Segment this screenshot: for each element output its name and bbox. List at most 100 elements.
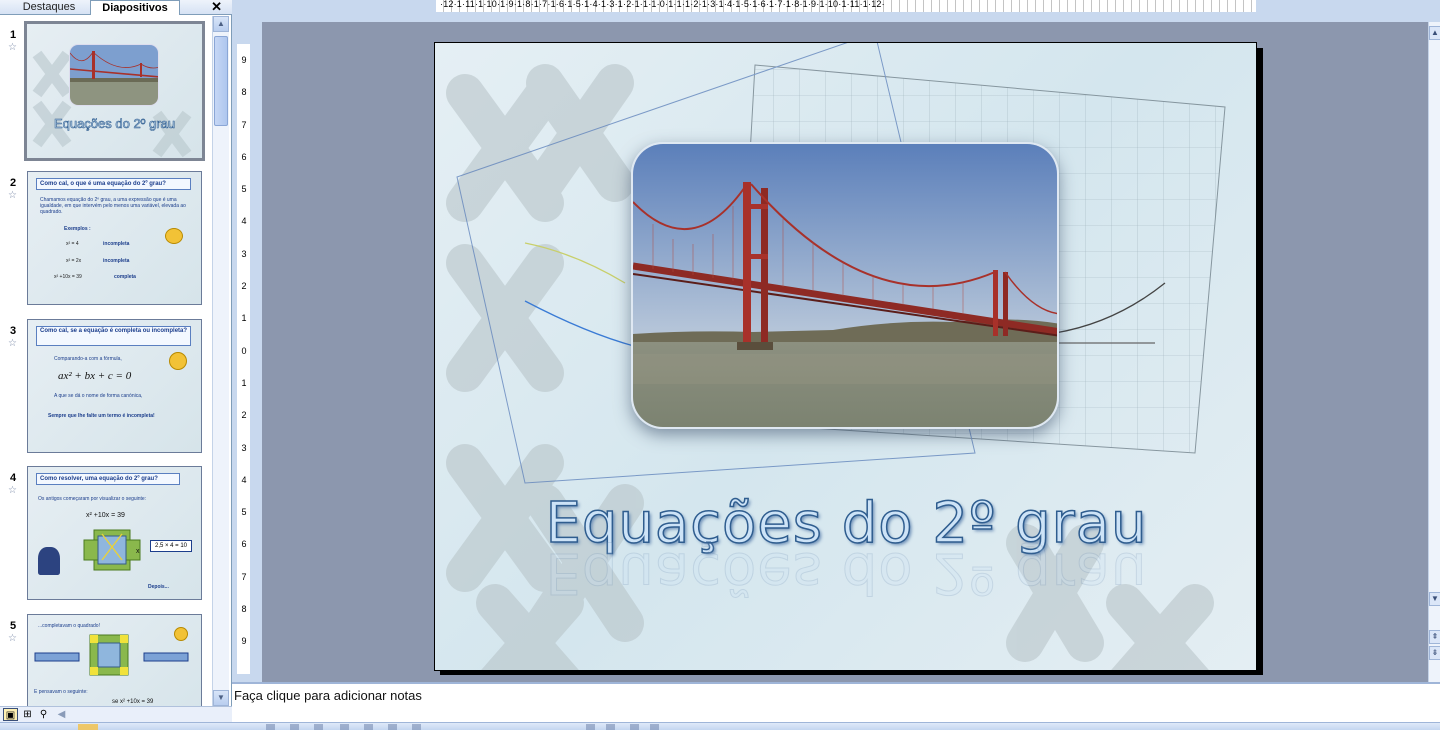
- ruler-labels: 9 8 7 6 5 4 3 2 1 0 1 2 3 4 5 6 7 8 9: [239, 44, 249, 658]
- examples-label: Exemplos :: [64, 226, 91, 232]
- ruler-label: 9: [241, 55, 247, 65]
- example-result: incompleta: [103, 241, 130, 247]
- ruler-label: 4: [241, 474, 247, 485]
- tab-slides[interactable]: Diapositivos: [90, 0, 180, 15]
- example-result: completa: [114, 274, 136, 280]
- thumbnail-heading: Como cal, o que é uma equação do 2º grau…: [36, 178, 191, 190]
- scroll-down-icon[interactable]: ▼: [213, 690, 229, 706]
- toolbar-icon[interactable]: [340, 724, 349, 730]
- ruler-label: 8: [241, 604, 247, 615]
- ruler-label: 4: [241, 216, 247, 227]
- ruler-label: 1: [241, 313, 247, 324]
- slide-sorter-view-icon[interactable]: ⊞: [20, 708, 35, 721]
- thumbnail-text: Sempre que lhe falte um termo é incomple…: [48, 413, 155, 419]
- ruler-labels: ·12·1·11·1·10·1·9·1·8·1·7·1·6·1·5·1·4·1·…: [440, 0, 885, 9]
- completing-square-diagram: [34, 634, 189, 676]
- smiley-icon: [165, 228, 183, 244]
- slide-number: 1: [10, 29, 17, 41]
- slide-show-view-icon[interactable]: ⚲: [36, 708, 51, 721]
- thumbnail-scrollbar[interactable]: ▲ ▼: [212, 16, 229, 706]
- smiley-icon: [174, 627, 188, 641]
- slide-number: 3: [10, 325, 17, 337]
- toolbar-icon[interactable]: [606, 724, 615, 730]
- ruler-label: 6: [241, 539, 247, 550]
- normal-view-icon[interactable]: ▣: [3, 708, 18, 721]
- ruler-label: 2: [241, 281, 247, 292]
- slide-thumbnail-1[interactable]: Equações do 2º grau: [24, 21, 205, 161]
- draw-menu-button[interactable]: [78, 724, 98, 730]
- toolbar-icon[interactable]: [266, 724, 275, 730]
- ruler-label: 9: [241, 636, 247, 647]
- thumbnail-body: Chamamos equação do 2º grau, a uma expre…: [40, 197, 186, 215]
- scroll-down-icon[interactable]: ▼: [1429, 592, 1440, 606]
- animation-star-icon: ☆: [8, 338, 17, 349]
- slide-number: 5: [10, 620, 17, 632]
- smiley-icon: [169, 352, 187, 370]
- close-icon[interactable]: ✕: [211, 0, 222, 13]
- toolbar-icon[interactable]: [290, 724, 299, 730]
- toolbar-icon[interactable]: [630, 724, 639, 730]
- ruler-label: 3: [241, 248, 247, 259]
- example-expr: x² = 4: [66, 241, 79, 247]
- thumbnail-eq: x² +10x = 39: [86, 512, 125, 519]
- scroll-thumb[interactable]: [214, 36, 228, 126]
- thumbnail-text: A que se dá o nome de forma canónica,: [54, 393, 143, 399]
- ruler-label: 3: [241, 442, 247, 453]
- scroll-left-icon[interactable]: ◀: [54, 708, 69, 721]
- animation-star-icon: ☆: [8, 42, 17, 53]
- vertical-ruler: 9 8 7 6 5 4 3 2 1 0 1 2 3 4 5 6 7 8 9: [237, 44, 250, 674]
- ruler-label: 5: [241, 184, 247, 195]
- slide-thumbnail-5[interactable]: ...completavam o quadrado! E pensavam o …: [27, 614, 202, 706]
- view-buttons-bar: ▣ ⊞ ⚲ ◀: [0, 706, 232, 722]
- slide-scrollbar[interactable]: ▲ ▼ ⇞ ⇟: [1428, 22, 1440, 682]
- thumbnail-eq: se x² +10x = 39: [112, 699, 154, 705]
- toolbar-icon[interactable]: [314, 724, 323, 730]
- ruler-label: 1: [241, 377, 247, 388]
- slide-title-reflection: Equações do 2º grau: [545, 540, 1148, 606]
- slide-thumbnail-4[interactable]: Como resolver, uma equação do 2º grau? O…: [27, 466, 202, 600]
- notes-pane[interactable]: Faça clique para adicionar notas: [232, 682, 1440, 722]
- thumbnail-photo: [69, 44, 159, 106]
- slide-number: 2: [10, 177, 17, 189]
- panel-tab-strip: Destaques Diapositivos ✕: [0, 0, 232, 15]
- wizard-icon: [38, 547, 60, 575]
- slides-panel: Destaques Diapositivos ✕ 1 ☆ Equações do…: [0, 0, 232, 706]
- thumbnail-heading: Como resolver, uma equação do 2º grau?: [36, 473, 180, 485]
- thumbnail-text: Os antigos começaram por visualizar o se…: [38, 496, 147, 502]
- toolbar-icon[interactable]: [650, 724, 659, 730]
- notes-placeholder[interactable]: Faça clique para adicionar notas: [234, 688, 422, 703]
- tab-outline[interactable]: Destaques: [10, 0, 88, 15]
- toolbar-icon[interactable]: [586, 724, 595, 730]
- horizontal-ruler: ·12·1·11·1·10·1·9·1·8·1·7·1·6·1·5·1·4·1·…: [436, 0, 1256, 12]
- ruler-label: 7: [241, 119, 247, 130]
- bridge-illustration: [633, 144, 1057, 427]
- toolbar-icon[interactable]: [388, 724, 397, 730]
- slide-thumbnail-list: 1 ☆ Equações do 2º grau 2 ☆ Como cal, o …: [0, 16, 212, 706]
- slide-number: 4: [10, 472, 17, 484]
- example-expr: x² +10x = 39: [54, 274, 82, 280]
- scroll-up-icon[interactable]: ▲: [213, 16, 229, 32]
- ruler-label: 0: [241, 345, 247, 356]
- next-slide-icon[interactable]: ⇟: [1429, 646, 1440, 660]
- ruler-label: 2: [241, 410, 247, 421]
- scroll-up-icon[interactable]: ▲: [1429, 26, 1440, 40]
- ruler-label: 6: [241, 151, 247, 162]
- thumbnail-formula: ax² + bx + c = 0: [58, 370, 132, 382]
- ruler-label: 5: [241, 507, 247, 518]
- toolbar-icon[interactable]: [364, 724, 373, 730]
- previous-slide-icon[interactable]: ⇞: [1429, 630, 1440, 644]
- thumbnail-heading: Como cal, se a equação é completa ou inc…: [36, 326, 191, 346]
- slide-thumbnail-3[interactable]: Como cal, se a equação é completa ou inc…: [27, 319, 202, 453]
- bridge-photo[interactable]: [631, 142, 1059, 429]
- example-expr: x² = 2x: [66, 258, 82, 264]
- thumbnail-box: 2,5 × 4 = 10: [150, 540, 192, 552]
- thumbnail-var: x: [136, 548, 140, 555]
- ruler-label: 7: [241, 571, 247, 582]
- animation-star-icon: ☆: [8, 633, 17, 644]
- toolbar-icon[interactable]: [412, 724, 421, 730]
- slide-thumbnail-2[interactable]: Como cal, o que é uma equação do 2º grau…: [27, 171, 202, 305]
- example-result: incompleta: [103, 258, 130, 264]
- thumbnail-text: Comparando-a com a fórmula,: [54, 356, 122, 362]
- current-slide[interactable]: Equações do 2º grau Equações do 2º grau: [434, 42, 1257, 671]
- thumbnail-title: Equações do 2º grau: [53, 116, 176, 132]
